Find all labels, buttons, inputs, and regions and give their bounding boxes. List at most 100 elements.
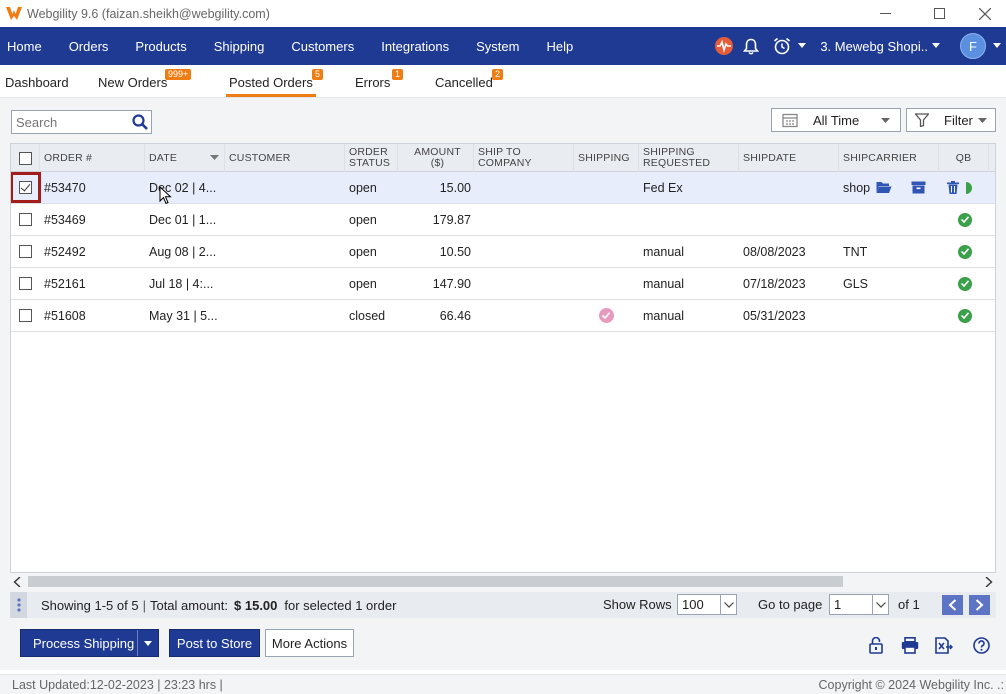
col-order-status[interactable]: ORDER STATUS bbox=[345, 144, 398, 172]
nav-products[interactable]: Products bbox=[128, 39, 186, 54]
help-button[interactable] bbox=[971, 635, 991, 655]
archive-order-button[interactable] bbox=[907, 172, 929, 203]
order-amount: 66.46 bbox=[439, 308, 471, 323]
more-actions-button[interactable]: More Actions bbox=[265, 629, 354, 657]
open-order-button[interactable] bbox=[873, 172, 895, 203]
row-checkbox[interactable] bbox=[19, 277, 32, 290]
delete-order-button[interactable] bbox=[943, 172, 963, 203]
col-qb[interactable]: QB bbox=[939, 144, 989, 172]
table-row[interactable]: #51608 May 31 | 5... closed 66.46 manual… bbox=[11, 300, 995, 332]
activity-button[interactable] bbox=[715, 37, 734, 55]
scheduler-button[interactable] bbox=[773, 37, 807, 55]
window-title: Webgility 9.6 (faizan.sheikh@webgility.c… bbox=[27, 6, 270, 21]
nav-orders[interactable]: Orders bbox=[62, 39, 109, 54]
shipping-requested: manual bbox=[643, 308, 684, 323]
trash-icon bbox=[947, 181, 959, 194]
order-number[interactable]: #52161 bbox=[44, 268, 144, 299]
search-icon[interactable] bbox=[131, 113, 149, 131]
bell-icon bbox=[743, 38, 760, 55]
vertical-dots-icon bbox=[16, 598, 21, 612]
col-amount[interactable]: AMOUNT ($) bbox=[398, 144, 474, 172]
chevron-down-icon bbox=[881, 118, 890, 123]
col-customer[interactable]: CUSTOMER bbox=[225, 144, 345, 172]
order-number[interactable]: #53470 bbox=[44, 172, 144, 203]
drag-handle[interactable] bbox=[10, 592, 27, 618]
col-date[interactable]: DATE bbox=[145, 144, 225, 172]
row-checkbox[interactable] bbox=[19, 245, 32, 258]
rows-per-page-select[interactable]: 100 bbox=[677, 594, 737, 615]
count-badge: 1 bbox=[392, 69, 404, 80]
col-ship-to-company[interactable]: SHIP TO COMPANY bbox=[474, 144, 574, 172]
scroll-right-icon[interactable] bbox=[985, 577, 993, 587]
order-date: Dec 01 | 1... bbox=[149, 212, 217, 227]
ship-date bbox=[743, 204, 837, 235]
table-row[interactable]: #52161 Jul 18 | 4:... open 147.90 manual… bbox=[11, 268, 995, 300]
tab-cancelled[interactable]: Cancelled 2 bbox=[435, 69, 504, 90]
qb-posted-check-icon bbox=[958, 244, 972, 259]
scrollbar-thumb[interactable] bbox=[28, 576, 843, 587]
last-updated: Last Updated:12-02-2023 | 23:23 hrs | bbox=[12, 678, 223, 692]
nav-integrations[interactable]: Integrations bbox=[374, 39, 449, 54]
nav-customers[interactable]: Customers bbox=[284, 39, 354, 54]
process-shipping-button[interactable]: Process Shipping bbox=[20, 629, 159, 657]
order-number[interactable]: #51608 bbox=[44, 300, 144, 331]
nav-right-tools: 3. Mewebg Shopi.. F bbox=[715, 27, 1006, 65]
order-number[interactable]: #52492 bbox=[44, 236, 144, 267]
minimize-button[interactable] bbox=[862, 0, 908, 27]
tab-label: New Orders bbox=[98, 75, 168, 90]
nav-help[interactable]: Help bbox=[539, 39, 573, 54]
nav-system[interactable]: System bbox=[469, 39, 519, 54]
next-page-button[interactable] bbox=[969, 595, 990, 615]
tab-posted-orders[interactable]: Posted Orders 5 bbox=[226, 69, 324, 97]
minimize-icon bbox=[879, 13, 891, 14]
col-order[interactable]: ORDER # bbox=[40, 144, 145, 172]
sort-desc-icon bbox=[210, 155, 219, 160]
order-status: closed bbox=[349, 308, 386, 323]
tab-label: Dashboard bbox=[5, 75, 69, 90]
help-question-icon bbox=[972, 636, 990, 654]
date-range-select[interactable]: All Time bbox=[771, 108, 901, 132]
row-checkbox[interactable] bbox=[19, 213, 32, 226]
store-selector[interactable]: 3. Mewebg Shopi.. bbox=[820, 39, 940, 54]
previous-page-button[interactable] bbox=[942, 595, 963, 615]
col-shipping[interactable]: SHIPPING bbox=[574, 144, 639, 172]
select-all-checkbox[interactable] bbox=[18, 151, 32, 165]
post-to-store-button[interactable]: Post to Store bbox=[169, 629, 260, 657]
export-excel-button[interactable] bbox=[934, 635, 954, 655]
row-checkbox[interactable] bbox=[19, 181, 32, 194]
unlock-button[interactable] bbox=[866, 635, 886, 655]
filter-button[interactable]: Filter bbox=[906, 108, 996, 132]
chevron-down-icon[interactable] bbox=[993, 43, 1001, 49]
close-button[interactable] bbox=[962, 0, 1006, 27]
page-number-value: 1 bbox=[834, 597, 842, 612]
select-all-cell bbox=[11, 144, 40, 172]
col-shipcarrier[interactable]: SHIPCARRIER bbox=[839, 144, 939, 172]
order-date: Jul 18 | 4:... bbox=[149, 276, 214, 291]
webgility-logo-icon bbox=[6, 6, 22, 20]
col-shipping-requested[interactable]: SHIPPING REQUESTED bbox=[639, 144, 739, 172]
avatar[interactable]: F bbox=[960, 33, 986, 59]
search-input[interactable] bbox=[12, 114, 130, 130]
notifications-button[interactable] bbox=[743, 38, 760, 55]
row-checkbox[interactable] bbox=[19, 309, 32, 322]
table-row[interactable]: #53469 Dec 01 | 1... open 179.87 bbox=[11, 204, 995, 236]
print-button[interactable] bbox=[900, 635, 920, 655]
page-number-select[interactable]: 1 bbox=[829, 594, 889, 615]
nav-shipping[interactable]: Shipping bbox=[207, 39, 265, 54]
tab-dashboard[interactable]: Dashboard bbox=[5, 75, 69, 90]
tab-errors[interactable]: Errors 1 bbox=[355, 69, 404, 90]
horizontal-scrollbar[interactable] bbox=[10, 573, 996, 590]
filter-funnel-icon bbox=[915, 113, 929, 127]
scroll-left-icon[interactable] bbox=[13, 577, 21, 587]
order-number[interactable]: #53469 bbox=[44, 204, 144, 235]
customer-name bbox=[229, 300, 343, 331]
process-shipping-dropdown[interactable] bbox=[137, 630, 158, 656]
col-shipdate[interactable]: SHIPDATE bbox=[739, 144, 839, 172]
ship-carrier: GLS bbox=[843, 276, 869, 291]
nav-home[interactable]: Home bbox=[0, 39, 42, 54]
maximize-button[interactable] bbox=[916, 0, 962, 27]
tab-new-orders[interactable]: New Orders 999+ bbox=[98, 69, 192, 90]
table-row[interactable]: #52492 Aug 08 | 2... open 10.50 manual 0… bbox=[11, 236, 995, 268]
ship-to-company bbox=[478, 268, 572, 299]
customer-name bbox=[229, 268, 343, 299]
